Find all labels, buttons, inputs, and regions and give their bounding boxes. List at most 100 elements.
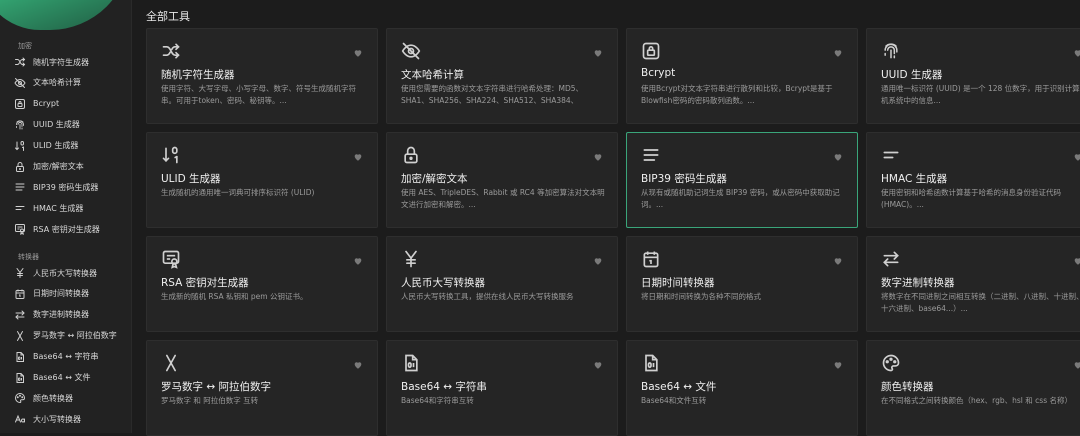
heart-icon[interactable]: [593, 355, 603, 369]
eye-off-icon: [14, 77, 26, 89]
tool-card[interactable]: RSA 密钥对生成器 生成新的随机 RSA 私钥和 pem 公钥证书。: [146, 236, 378, 332]
sidebar-item[interactable]: Base64 ↔ 字符串: [14, 348, 129, 366]
sidebar-item[interactable]: 颜色转换器: [14, 389, 129, 407]
main-content: 全部工具 随机字符生成器 使用字符、大写字母、小写字母、数字、符号生成随机字符串。…: [131, 0, 1080, 436]
tool-card-title: HMAC 生成器: [881, 173, 948, 185]
sidebar-item[interactable]: 文本哈希计算: [14, 74, 129, 92]
sidebar: 加密 随机字符生成器 文本哈希计算 Bcrypt UUID 生成器 ULID 生成器 加密/…: [0, 0, 132, 433]
sidebar-item[interactable]: Base64 ↔ 文件: [14, 369, 129, 387]
heart-icon[interactable]: [833, 43, 843, 57]
sidebar-item-label: Base64 ↔ 字符串: [33, 352, 99, 362]
heart-icon[interactable]: [353, 43, 363, 57]
align-lines-icon: [641, 145, 661, 165]
lock-icon: [14, 161, 26, 173]
letter-case-icon: [14, 413, 26, 425]
tool-grid: 随机字符生成器 使用字符、大写字母、小写字母、数字、符号生成随机字符串。可用于to…: [146, 28, 1080, 436]
tool-card[interactable]: 日期时间转换器将日期和时间转换为各种不同的格式: [626, 236, 858, 332]
app-logo[interactable]: [0, 0, 130, 30]
eye-off-icon: [401, 41, 421, 61]
tool-card[interactable]: UUID 生成器 通用唯一标识符 (UUID) 是一个 128 位数字，用于识别计…: [866, 28, 1080, 124]
short-lines-icon: [14, 202, 26, 214]
heart-icon[interactable]: [833, 147, 843, 161]
tool-card[interactable]: 人民币大写转换器 人民币大写转换工具，提供在线人民币大写转换服务: [386, 236, 618, 332]
heart-icon[interactable]: [593, 251, 603, 265]
sidebar-item[interactable]: 大小写转换器: [14, 410, 129, 428]
tool-card[interactable]: 罗马数字 ↔ 阿拉伯数字 罗马数字 和 阿拉伯数字 互转: [146, 340, 378, 436]
tool-card[interactable]: BIP39 密码生成器 从现有或随机助记词生成 BIP39 密码，或从密码中获取助…: [626, 132, 858, 228]
sidebar-item[interactable]: ULID 生成器: [14, 137, 129, 155]
file-digit-icon: [641, 353, 661, 373]
palette-icon: [881, 353, 901, 373]
heart-icon[interactable]: [1073, 251, 1080, 265]
tool-card-title: 加密/解密文本: [401, 173, 468, 185]
sidebar-item-label: HMAC 生成器: [33, 203, 84, 213]
sidebar-item[interactable]: 日期时间转换器: [14, 285, 129, 303]
heart-icon[interactable]: [1073, 147, 1080, 161]
sidebar-item-label: Bcrypt: [33, 99, 60, 109]
sidebar-item[interactable]: 人民币大写转换器: [14, 264, 129, 282]
file-digit-icon: [401, 353, 421, 373]
heart-icon[interactable]: [353, 251, 363, 265]
tool-card[interactable]: 文本哈希计算 使用您需要的函数对文本字符串进行哈希处理：MD5、SHA1、SHA2…: [386, 28, 618, 124]
lock-box-icon: [14, 98, 26, 110]
sidebar-item[interactable]: 数字进制转换器: [14, 306, 129, 324]
tool-card-description: 将数字在不同进制之间相互转换（二进制、八进制、十进制、十六进制、base64..…: [881, 292, 1080, 313]
yen-icon: [401, 249, 421, 269]
yen-icon: [14, 267, 26, 279]
tool-card-description: 通用唯一标识符 (UUID) 是一个 128 位数字，用于识别计算机系统中的信息…: [881, 84, 1080, 105]
heart-icon[interactable]: [1073, 355, 1080, 369]
tool-card-title: Base64 ↔ 字符串: [401, 381, 487, 393]
heart-icon[interactable]: [593, 147, 603, 161]
sort-numeric-icon: [161, 145, 181, 165]
tool-card[interactable]: 随机字符生成器 使用字符、大写字母、小写字母、数字、符号生成随机字符串。可用于to…: [146, 28, 378, 124]
tool-card[interactable]: ULID 生成器 生成随机的通用唯一词典可排序标识符 (ULID): [146, 132, 378, 228]
sidebar-item-label: RSA 密钥对生成器: [33, 224, 100, 234]
certificate-icon: [161, 249, 181, 269]
heart-icon[interactable]: [593, 43, 603, 57]
arrows-exchange-icon: [14, 309, 26, 321]
tool-card-description: 生成随机的通用唯一词典可排序标识符 (ULID): [161, 188, 315, 197]
tool-card-title: RSA 密钥对生成器: [161, 277, 249, 289]
tool-card-description: 罗马数字 和 阿拉伯数字 互转: [161, 396, 259, 405]
tool-card-description: Base64和文件互转: [641, 396, 707, 405]
tool-card[interactable]: 数字进制转换器 将数字在不同进制之间相互转换（二进制、八进制、十进制、十六进制、b…: [866, 236, 1080, 332]
sidebar-item[interactable]: HMAC 生成器: [14, 199, 129, 217]
tool-card-title: Base64 ↔ 文件: [641, 381, 717, 393]
tool-card[interactable]: HMAC 生成器使用密钥和哈希函数计算基于哈希的消息身份验证代码 (HMAC)。…: [866, 132, 1080, 228]
sidebar-item[interactable]: 加密/解密文本: [14, 158, 129, 176]
sidebar-item[interactable]: UUID 生成器: [14, 116, 129, 134]
sidebar-item[interactable]: 随机字符生成器: [14, 53, 129, 71]
tool-card-description: 人民币大写转换工具，提供在线人民币大写转换服务: [401, 292, 574, 301]
tool-card-title: 文本哈希计算: [401, 69, 464, 81]
sidebar-item-label: 大小写转换器: [33, 414, 81, 424]
section-title: 全部工具: [146, 10, 190, 23]
sidebar-item-label: 随机字符生成器: [33, 57, 89, 67]
heart-icon[interactable]: [833, 251, 843, 265]
sidebar-item[interactable]: Bcrypt: [14, 95, 129, 113]
tool-card[interactable]: 加密/解密文本使用 AES、TripleDES、Rabbit 或 RC4 等加密…: [386, 132, 618, 228]
calendar-icon: [14, 288, 26, 300]
sidebar-item-label: 数字进制转换器: [33, 310, 89, 320]
tool-card[interactable]: Base64 ↔ 字符串 Base64和字符串互转: [386, 340, 618, 436]
tool-card[interactable]: 颜色转换器 在不同格式之间转换颜色（hex、rgb、hsl 和 css 名称）: [866, 340, 1080, 436]
sidebar-item-label: ULID 生成器: [33, 141, 79, 151]
sidebar-item-label: 文本哈希计算: [33, 78, 81, 88]
sidebar-item-label: 罗马数字 ↔ 阿拉伯数字: [33, 331, 117, 341]
heart-icon[interactable]: [353, 355, 363, 369]
tool-card-title: 日期时间转换器: [641, 277, 715, 289]
sidebar-item[interactable]: BIP39 密码生成器: [14, 178, 129, 196]
heart-icon[interactable]: [833, 355, 843, 369]
tool-card-description: 使用 AES、TripleDES、Rabbit 或 RC4 等加密算法对文本明文…: [401, 188, 605, 209]
sidebar-item-label: 颜色转换器: [33, 393, 73, 403]
align-lines-icon: [14, 181, 26, 193]
tool-card[interactable]: Bcrypt 使用Bcrypt对文本字符串进行散列和比较，Bcrypt是基于Blo…: [626, 28, 858, 124]
sidebar-item-label: UUID 生成器: [33, 120, 80, 130]
sidebar-item[interactable]: 罗马数字 ↔ 阿拉伯数字: [14, 327, 129, 345]
tool-card[interactable]: Base64 ↔ 文件 Base64和文件互转: [626, 340, 858, 436]
sidebar-item[interactable]: RSA 密钥对生成器: [14, 220, 129, 238]
tool-card-description: 将日期和时间转换为各种不同的格式: [641, 292, 761, 301]
heart-icon[interactable]: [353, 147, 363, 161]
tool-card-description: 使用密钥和哈希函数计算基于哈希的消息身份验证代码 (HMAC)。...: [881, 188, 1061, 209]
letter-x-icon: [14, 330, 26, 342]
heart-icon[interactable]: [1073, 43, 1080, 57]
